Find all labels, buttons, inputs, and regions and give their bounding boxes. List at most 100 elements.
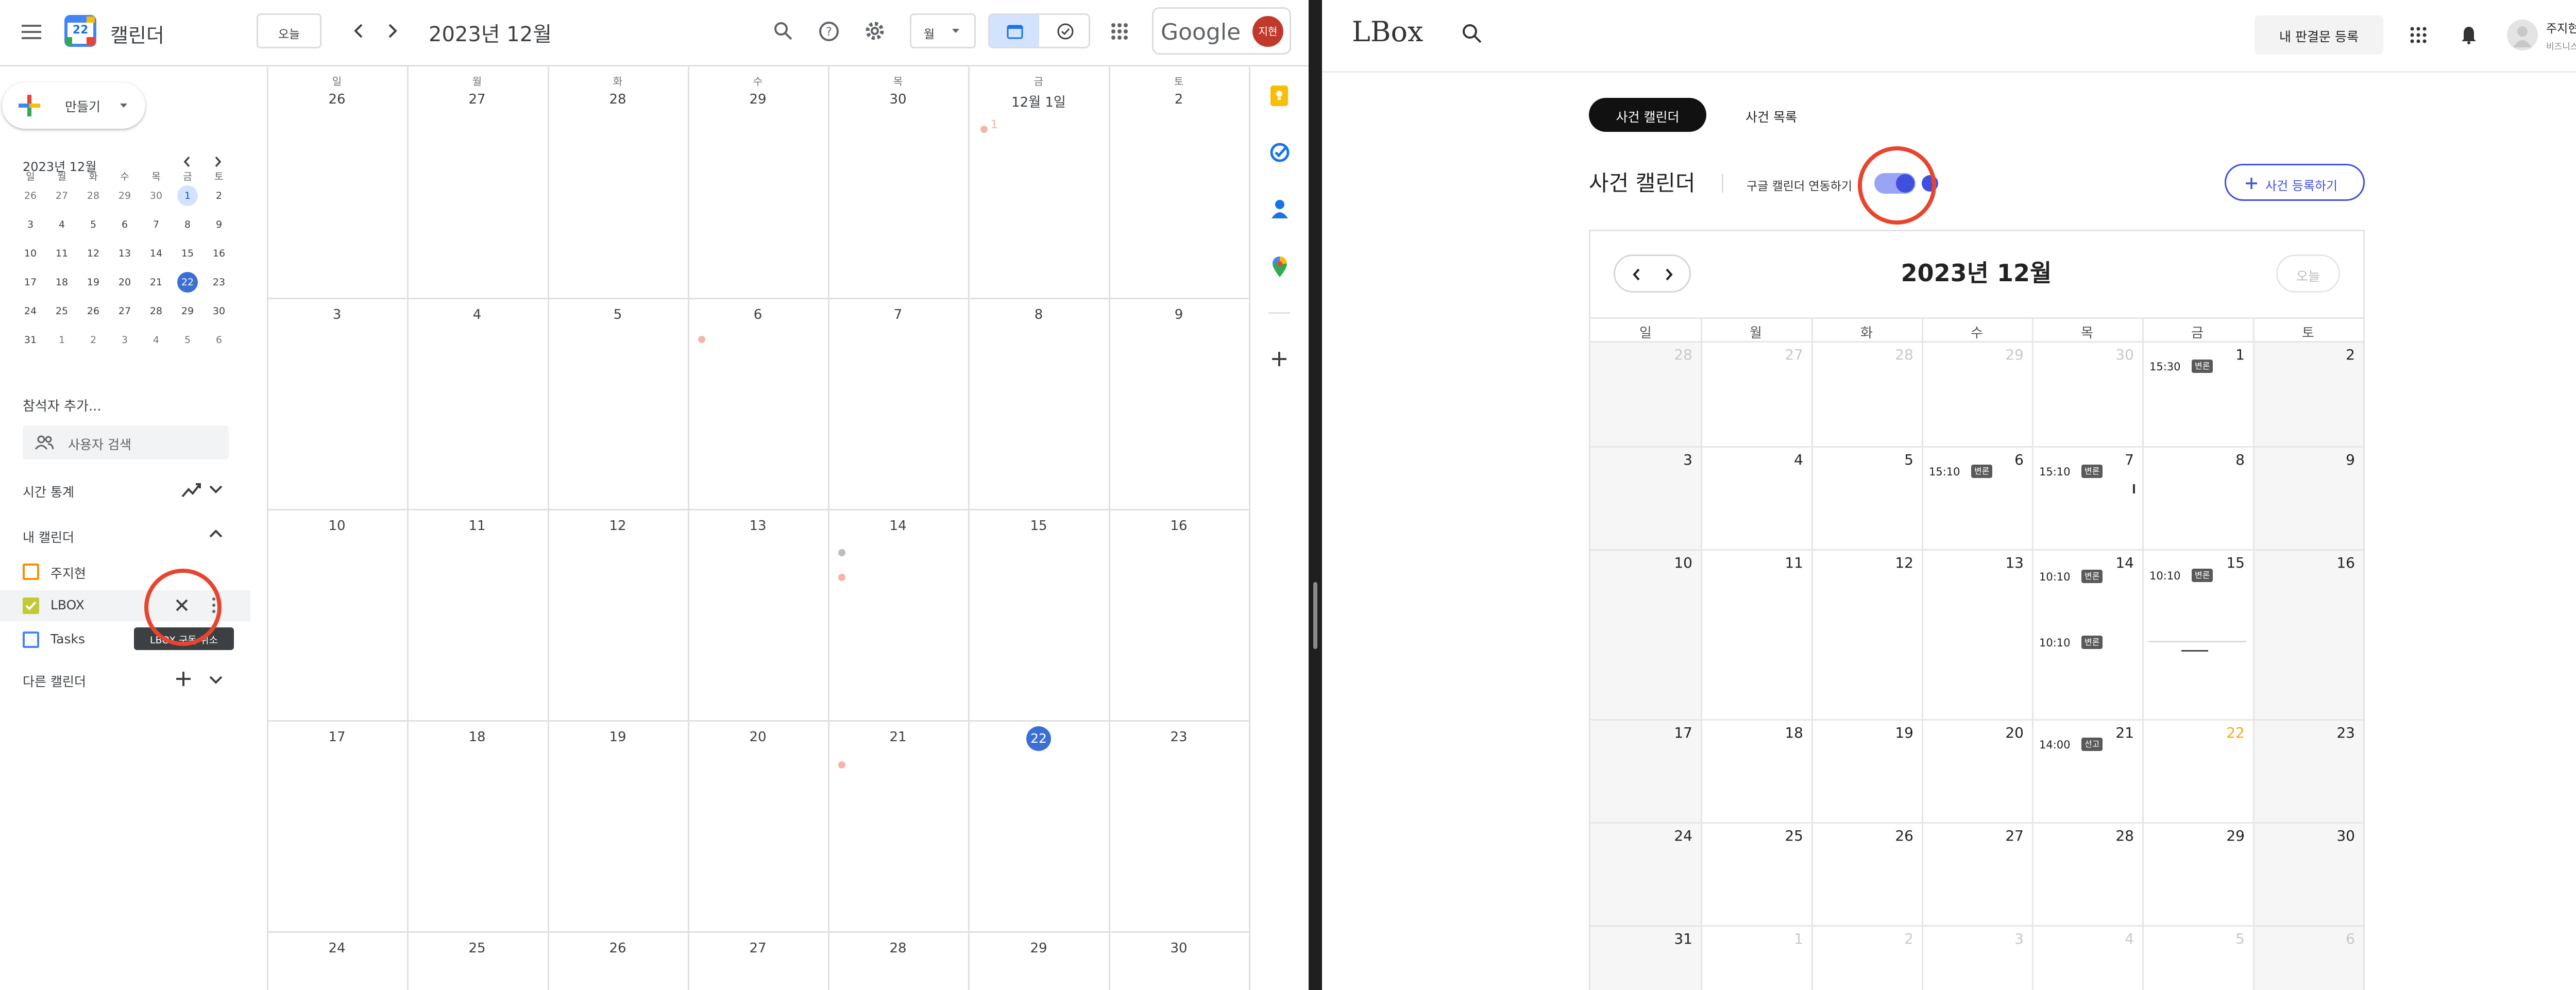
- split-divider[interactable]: [1309, 0, 1322, 990]
- date-number[interactable]: 15: [1018, 518, 1059, 534]
- mini-day[interactable]: 21: [141, 272, 171, 293]
- mini-day[interactable]: 15: [173, 243, 202, 264]
- mini-day[interactable]: 6: [110, 214, 140, 235]
- my-calendars-chevron-up-icon[interactable]: [208, 528, 224, 539]
- trend-chart-icon[interactable]: [181, 481, 202, 499]
- date-number[interactable]: 9: [1158, 307, 1199, 322]
- event-tag[interactable]: 변론: [1971, 465, 1993, 478]
- next-period-icon[interactable]: [384, 22, 400, 40]
- mini-day[interactable]: 22: [177, 272, 198, 293]
- help-icon[interactable]: ?: [818, 21, 840, 42]
- mini-day[interactable]: 9: [204, 214, 234, 235]
- calendar-view-button[interactable]: [990, 15, 1039, 47]
- date-number[interactable]: 26: [316, 92, 358, 107]
- date-number[interactable]: 7: [2103, 451, 2134, 468]
- contacts-icon[interactable]: [1270, 199, 1289, 219]
- date-number[interactable]: 14: [877, 518, 919, 534]
- date-number[interactable]: 4: [2103, 930, 2134, 947]
- date-number[interactable]: 18: [456, 729, 498, 745]
- date-number[interactable]: 29: [737, 92, 778, 107]
- date-number[interactable]: 25: [456, 941, 498, 956]
- date-number[interactable]: 14: [2103, 554, 2134, 571]
- date-number[interactable]: 28: [1883, 346, 1913, 363]
- add-case-button[interactable]: 사건 등록하기: [2225, 164, 2365, 201]
- settings-gear-icon[interactable]: [863, 20, 886, 42]
- date-number[interactable]: 5: [2214, 930, 2245, 947]
- date-number[interactable]: 17: [1662, 724, 1692, 741]
- mini-day[interactable]: 24: [15, 301, 45, 321]
- calendar-checkbox[interactable]: [23, 631, 39, 648]
- add-calendar-plus-icon[interactable]: [175, 671, 192, 687]
- date-number[interactable]: 8: [1018, 307, 1059, 322]
- date-number[interactable]: 30: [877, 92, 919, 107]
- other-calendars-chevron-icon[interactable]: [208, 675, 224, 685]
- register-judgment-button[interactable]: 내 판결문 등록: [2255, 15, 2383, 55]
- next-month-icon[interactable]: [1664, 267, 1674, 282]
- mini-day[interactable]: 20: [110, 272, 140, 293]
- date-number[interactable]: 11: [456, 518, 498, 534]
- date-number[interactable]: 21: [877, 729, 919, 745]
- date-number[interactable]: 12: [597, 518, 638, 534]
- mini-day[interactable]: 2: [78, 330, 108, 350]
- mini-day[interactable]: 8: [173, 214, 202, 235]
- mini-day[interactable]: 4: [141, 330, 171, 350]
- mini-day[interactable]: 18: [47, 272, 77, 293]
- date-number[interactable]: 26: [1883, 827, 1913, 844]
- date-number[interactable]: 29: [2214, 827, 2245, 844]
- mini-day[interactable]: 5: [173, 330, 202, 350]
- date-number[interactable]: 30: [1158, 941, 1199, 956]
- mini-day[interactable]: 29: [173, 301, 202, 321]
- date-number[interactable]: 19: [1883, 724, 1913, 741]
- keep-icon[interactable]: [1270, 86, 1288, 106]
- user-avatar[interactable]: [2507, 20, 2538, 50]
- mini-day[interactable]: 26: [15, 185, 45, 206]
- date-number[interactable]: 4: [456, 307, 498, 322]
- mini-day[interactable]: 23: [204, 272, 234, 293]
- date-number[interactable]: 12월 1일: [997, 92, 1080, 111]
- mini-day[interactable]: 25: [47, 301, 77, 321]
- event-time[interactable]: 10:10: [2149, 570, 2181, 582]
- time-stats-chevron-icon[interactable]: [208, 484, 224, 494]
- date-number[interactable]: 3: [1662, 451, 1692, 468]
- mini-day[interactable]: 5: [78, 214, 108, 235]
- event-tag[interactable]: 변론: [2081, 465, 2103, 478]
- date-number[interactable]: 4: [1772, 451, 1803, 468]
- other-calendars-label[interactable]: 다른 캘린더: [23, 672, 86, 690]
- date-number[interactable]: 23: [1158, 729, 1199, 745]
- event-time[interactable]: 14:00: [2039, 739, 2071, 751]
- date-number[interactable]: 24: [316, 941, 358, 956]
- prev-month-icon[interactable]: [1632, 267, 1642, 282]
- date-number[interactable]: 31: [1662, 930, 1692, 947]
- today-date-badge[interactable]: 22: [1026, 726, 1051, 751]
- date-number[interactable]: 15: [2214, 554, 2245, 571]
- date-number[interactable]: 1: [1772, 930, 1803, 947]
- date-number[interactable]: 12: [1883, 554, 1913, 571]
- add-addon-plus-icon[interactable]: [1270, 350, 1288, 368]
- event-dot[interactable]: [838, 574, 845, 581]
- prev-period-icon[interactable]: [351, 22, 367, 40]
- date-number[interactable]: 6: [737, 307, 778, 322]
- date-number[interactable]: 11: [1772, 554, 1803, 571]
- event-tag[interactable]: 선고: [2081, 738, 2103, 751]
- date-number[interactable]: 6: [2324, 930, 2355, 947]
- mini-day[interactable]: 2: [204, 185, 234, 206]
- mini-day[interactable]: 3: [110, 330, 140, 350]
- date-number[interactable]: 27: [456, 92, 498, 107]
- mini-day[interactable]: 14: [141, 243, 171, 264]
- google-account-chip[interactable]: Google 지현: [1152, 7, 1291, 55]
- mini-day[interactable]: 19: [78, 272, 108, 293]
- event-time[interactable]: 10:10: [2039, 637, 2071, 649]
- date-number[interactable]: 30: [2324, 827, 2355, 844]
- date-number[interactable]: 3: [316, 307, 358, 322]
- date-number[interactable]: 28: [597, 92, 638, 107]
- date-number[interactable]: 10: [1662, 554, 1692, 571]
- mini-day[interactable]: 30: [204, 301, 234, 321]
- mini-day[interactable]: 26: [78, 301, 108, 321]
- mini-next-icon[interactable]: [212, 155, 224, 169]
- date-number[interactable]: 2: [1158, 92, 1199, 107]
- date-number[interactable]: 22: [2214, 724, 2245, 741]
- mini-day[interactable]: 30: [141, 185, 171, 206]
- event-tag[interactable]: 변론: [2192, 360, 2213, 373]
- date-number[interactable]: 28: [2103, 827, 2134, 844]
- main-menu-icon[interactable]: [21, 23, 42, 41]
